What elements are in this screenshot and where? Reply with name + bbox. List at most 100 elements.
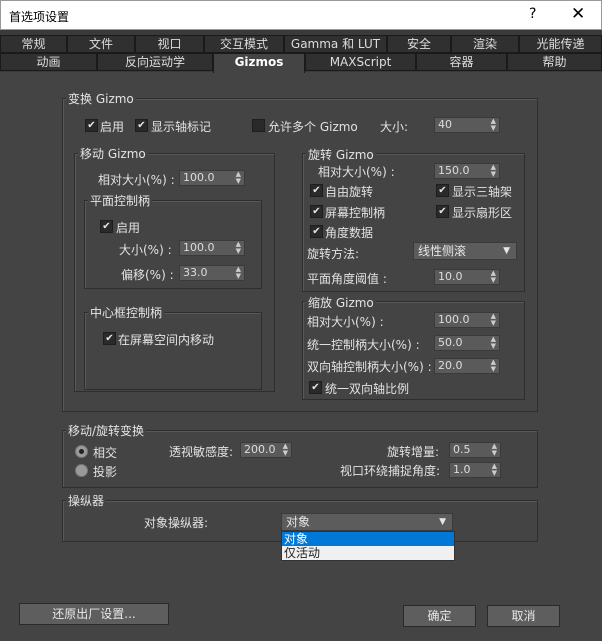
plane-offset-value: 33.0 xyxy=(183,266,208,279)
spinner-arrows-icon[interactable]: ▲ ▼ xyxy=(236,171,241,185)
rotate-increment-spinner[interactable]: 0.5 ▲ ▼ xyxy=(449,442,501,458)
projection-radio[interactable] xyxy=(75,464,88,477)
spinner-arrows-icon[interactable]: ▲ ▼ xyxy=(491,336,496,350)
biaxial-handle-size-value: 20.0 xyxy=(438,359,463,372)
rotate-relative-size-spinner[interactable]: 150.0 ▲ ▼ xyxy=(434,163,500,179)
plane-offset-label: 偏移(%) : xyxy=(121,268,174,282)
tab-rendering[interactable]: 渲染 xyxy=(451,35,519,53)
move-rotate-transform-title: 移动/旋转变换 xyxy=(66,422,147,439)
spinner-arrows-icon[interactable]: ▲ ▼ xyxy=(491,313,496,327)
tab-general[interactable]: 常规 xyxy=(0,35,67,53)
spinner-arrows-icon[interactable]: ▲ ▼ xyxy=(236,266,241,280)
rotate-increment-label: 旋转增量: xyxy=(387,445,440,459)
manipulators-title: 操纵器 xyxy=(66,492,107,509)
rotate-method-label: 旋转方法: xyxy=(307,247,360,261)
move-relative-size-spinner[interactable]: 100.0 ▲ ▼ xyxy=(179,170,245,186)
screen-handle-checkbox[interactable]: ✔ xyxy=(310,205,323,218)
tab-inverse-kinematics[interactable]: 反向运动学 xyxy=(97,53,213,71)
tab-radiosity[interactable]: 光能传递 xyxy=(519,35,602,53)
uniform-handle-size-label: 统一控制柄大小(%) : xyxy=(307,338,420,352)
scale-gizmo-title: 缩放 Gizmo xyxy=(306,294,376,311)
tab-maxscript[interactable]: MAXScript xyxy=(305,53,416,71)
rotate-increment-value: 0.5 xyxy=(453,443,471,456)
reset-defaults-button[interactable]: 还原出厂设置... xyxy=(19,603,169,625)
object-manipulator-value: 对象 xyxy=(286,515,311,529)
biaxial-handle-size-spinner[interactable]: 20.0 ▲ ▼ xyxy=(434,358,500,374)
show-axis-labels-label: 显示轴标记 xyxy=(151,120,212,134)
biaxial-handle-size-label: 双向轴控制柄大小(%) : xyxy=(307,360,432,374)
window-title: 首选项设置 xyxy=(9,10,70,24)
free-rotate-checkbox[interactable]: ✔ xyxy=(310,184,323,197)
spinner-arrows-icon[interactable]: ▲ ▼ xyxy=(492,443,497,457)
uniform-biaxial-scale-checkbox[interactable]: ✔ xyxy=(309,381,322,394)
allow-multiple-gizmo-checkbox[interactable] xyxy=(252,119,265,132)
tab-animation[interactable]: 动画 xyxy=(0,53,97,71)
gizmo-size-label: 大小: xyxy=(380,120,409,134)
chevron-down-icon: ▼ xyxy=(439,517,446,527)
move-relative-size-value: 100.0 xyxy=(183,171,215,184)
spinner-arrows-icon[interactable]: ▲ ▼ xyxy=(492,463,497,477)
perspective-sensitivity-spinner[interactable]: 200.0 ▲ ▼ xyxy=(240,442,292,458)
tab-security[interactable]: 安全 xyxy=(387,35,451,53)
option-object[interactable]: 对象 xyxy=(282,532,454,546)
spinner-arrows-icon[interactable]: ▲ ▼ xyxy=(491,118,496,132)
plane-size-spinner[interactable]: 100.0 ▲ ▼ xyxy=(179,240,245,256)
plane-handles-title: 平面控制柄 xyxy=(88,192,153,209)
move-in-screen-space-checkbox[interactable]: ✔ xyxy=(103,332,116,345)
spinner-arrows-icon[interactable]: ▲ ▼ xyxy=(283,443,288,457)
tab-help[interactable]: 帮助 xyxy=(507,53,602,71)
plane-handles-enable-checkbox[interactable]: ✔ xyxy=(100,220,113,233)
option-active-only[interactable]: 仅活动 xyxy=(282,546,454,560)
close-icon[interactable]: ✕ xyxy=(571,4,585,24)
ok-button[interactable]: 确定 xyxy=(403,605,476,627)
spinner-arrows-icon[interactable]: ▲ ▼ xyxy=(491,359,496,373)
spinner-arrows-icon[interactable]: ▲ ▼ xyxy=(491,164,496,178)
rotate-relative-size-label: 相对大小(%) : xyxy=(318,165,395,179)
show-tri-axis-checkbox[interactable]: ✔ xyxy=(436,184,449,197)
cancel-button[interactable]: 取消 xyxy=(487,605,560,627)
rotate-relative-size-value: 150.0 xyxy=(438,164,470,177)
rotate-gizmo-title: 旋转 Gizmo xyxy=(306,146,376,163)
tab-interaction-mode[interactable]: 交互模式 xyxy=(204,35,284,53)
tab-viewports[interactable]: 视口 xyxy=(135,35,204,53)
chevron-down-icon: ▼ xyxy=(503,246,510,256)
free-rotate-label: 自由旋转 xyxy=(325,185,374,199)
intersect-label: 相交 xyxy=(93,446,118,460)
angle-data-checkbox[interactable]: ✔ xyxy=(310,225,323,238)
center-box-group xyxy=(84,312,262,390)
transform-enable-checkbox[interactable]: ✔ xyxy=(85,119,98,132)
transform-gizmo-title: 变换 Gizmo xyxy=(66,90,136,107)
viewport-orbit-snap-label: 视口环绕捕捉角度: xyxy=(340,464,441,478)
rotate-method-dropdown[interactable]: 线性侧滚 ▼ xyxy=(413,242,517,260)
plane-threshold-label: 平面角度阈值 : xyxy=(307,272,387,286)
tab-files[interactable]: 文件 xyxy=(67,35,135,53)
scale-relative-size-spinner[interactable]: 100.0 ▲ ▼ xyxy=(434,312,500,328)
spinner-arrows-icon[interactable]: ▲ ▼ xyxy=(236,241,241,255)
gizmo-size-spinner[interactable]: 40 ▲ ▼ xyxy=(434,117,500,133)
plane-offset-spinner[interactable]: 33.0 ▲ ▼ xyxy=(179,265,245,281)
rotate-method-value: 线性侧滚 xyxy=(418,244,467,258)
gizmo-size-value: 40 xyxy=(438,118,452,131)
perspective-sensitivity-label: 透视敏感度: xyxy=(169,445,234,459)
viewport-orbit-snap-spinner[interactable]: 1.0 ▲ ▼ xyxy=(449,462,501,478)
plane-threshold-spinner[interactable]: 10.0 ▲ ▼ xyxy=(434,269,500,285)
spinner-arrows-icon[interactable]: ▲ ▼ xyxy=(491,270,496,284)
tab-gizmos[interactable]: Gizmos xyxy=(213,53,305,73)
center-box-title: 中心框控制柄 xyxy=(88,304,165,321)
object-manipulator-label: 对象操纵器: xyxy=(144,516,209,530)
show-axis-labels-checkbox[interactable]: ✔ xyxy=(135,119,148,132)
projection-label: 投影 xyxy=(93,465,118,479)
perspective-sensitivity-value: 200.0 xyxy=(244,443,276,456)
plane-threshold-value: 10.0 xyxy=(438,270,463,283)
help-icon[interactable]: ? xyxy=(529,6,536,22)
allow-multiple-gizmo-label: 允许多个 Gizmo xyxy=(268,120,358,134)
plane-size-label: 大小(%) : xyxy=(119,243,172,257)
move-relative-size-label: 相对大小(%) : xyxy=(98,173,175,187)
scale-relative-size-label: 相对大小(%) : xyxy=(307,315,384,329)
uniform-handle-size-spinner[interactable]: 50.0 ▲ ▼ xyxy=(434,335,500,351)
show-sector-checkbox[interactable]: ✔ xyxy=(436,205,449,218)
intersect-radio[interactable] xyxy=(75,445,88,458)
object-manipulator-dropdown[interactable]: 对象 ▼ xyxy=(281,513,453,531)
tab-gamma-lut[interactable]: Gamma 和 LUT xyxy=(284,35,387,53)
tab-containers[interactable]: 容器 xyxy=(416,53,507,71)
